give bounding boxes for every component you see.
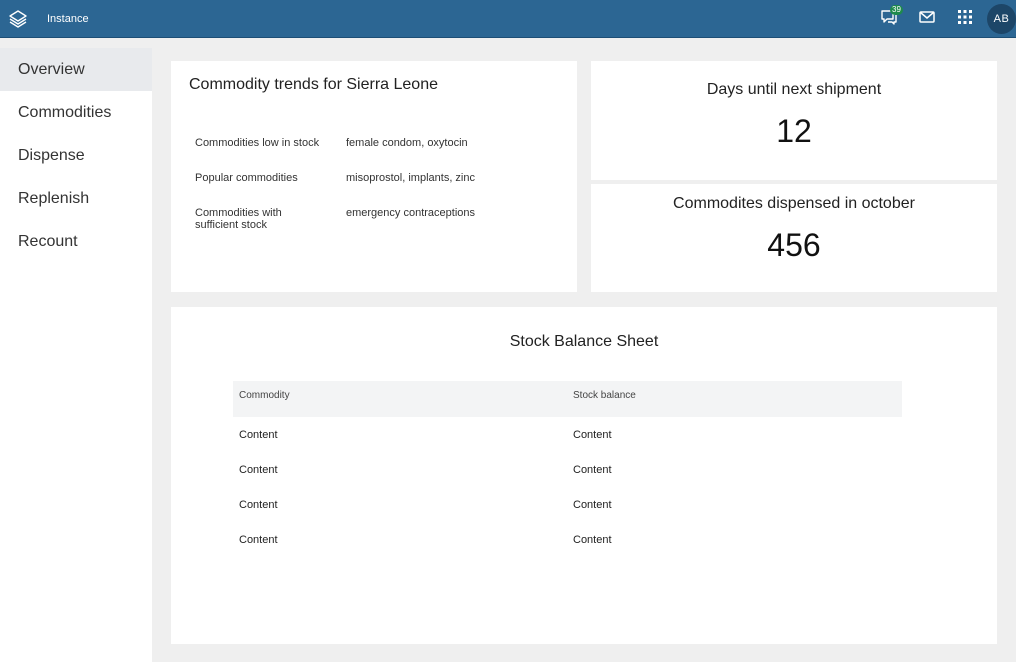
stock-balance-table: Commodity Stock balance Content Content … xyxy=(233,381,902,557)
trend-label: Commodities low in stock xyxy=(195,137,320,149)
dispensed-card: Commodites dispensed in october 456 xyxy=(591,184,997,292)
sidebar: Overview Commodities Dispense Replenish … xyxy=(0,38,152,662)
column-header-stock-balance[interactable]: Stock balance xyxy=(573,390,636,401)
table-cell: Content xyxy=(239,534,278,546)
trend-value: misoprostol, implants, zinc xyxy=(346,172,475,184)
table-row[interactable]: Content Content xyxy=(233,522,902,557)
sidebar-spacer xyxy=(0,38,152,48)
stock-balance-card: Stock Balance Sheet Commodity Stock bala… xyxy=(171,307,997,644)
table-cell: Content xyxy=(573,464,612,476)
stack-logo-icon[interactable] xyxy=(0,0,36,38)
sidebar-item-recount[interactable]: Recount xyxy=(0,220,152,263)
top-bar: Instance 39 AB xyxy=(0,0,1016,38)
kpi-value: 456 xyxy=(767,227,821,263)
app-title: Instance xyxy=(47,12,89,25)
commodity-trends-card: Commodity trends for Sierra Leone Commod… xyxy=(171,61,577,292)
balance-title: Stock Balance Sheet xyxy=(509,333,659,350)
trend-value: emergency contraceptions xyxy=(346,207,476,219)
notification-badge: 39 xyxy=(890,5,903,15)
table-cell: Content xyxy=(573,429,612,441)
table-cell: Content xyxy=(573,499,612,511)
table-row[interactable]: Content Content xyxy=(233,417,902,452)
trend-label: Popular commodities xyxy=(195,172,298,184)
chat-notification-button[interactable]: 39 xyxy=(870,0,908,38)
table-row[interactable]: Content Content xyxy=(233,452,902,487)
column-header-commodity[interactable]: Commodity xyxy=(239,390,290,401)
table-row[interactable]: Content Content xyxy=(233,487,902,522)
table-cell: Content xyxy=(239,429,278,441)
kpi-value: 12 xyxy=(776,113,812,149)
sidebar-item-replenish[interactable]: Replenish xyxy=(0,177,152,220)
table-cell: Content xyxy=(239,499,278,511)
table-cell: Content xyxy=(573,534,612,546)
next-shipment-card: Days until next shipment 12 xyxy=(591,61,997,180)
trend-value: female condom, oxytocin xyxy=(346,137,468,149)
apps-button[interactable] xyxy=(946,0,984,38)
kpi-title: Commodites dispensed in october xyxy=(673,195,915,212)
mail-icon xyxy=(919,10,935,29)
sidebar-item-commodities[interactable]: Commodities xyxy=(0,91,152,134)
user-avatar[interactable]: AB xyxy=(987,4,1016,34)
apps-grid-icon xyxy=(958,9,972,29)
kpi-title: Days until next shipment xyxy=(706,81,882,98)
table-cell: Content xyxy=(239,464,278,476)
mail-button[interactable] xyxy=(908,0,946,38)
sidebar-item-dispense[interactable]: Dispense xyxy=(0,134,152,177)
sidebar-item-overview[interactable]: Overview xyxy=(0,48,152,91)
trends-title: Commodity trends for Sierra Leone xyxy=(189,76,438,93)
table-header: Commodity Stock balance xyxy=(233,381,902,417)
trend-label: Commodities with sufficient stock xyxy=(195,207,282,231)
